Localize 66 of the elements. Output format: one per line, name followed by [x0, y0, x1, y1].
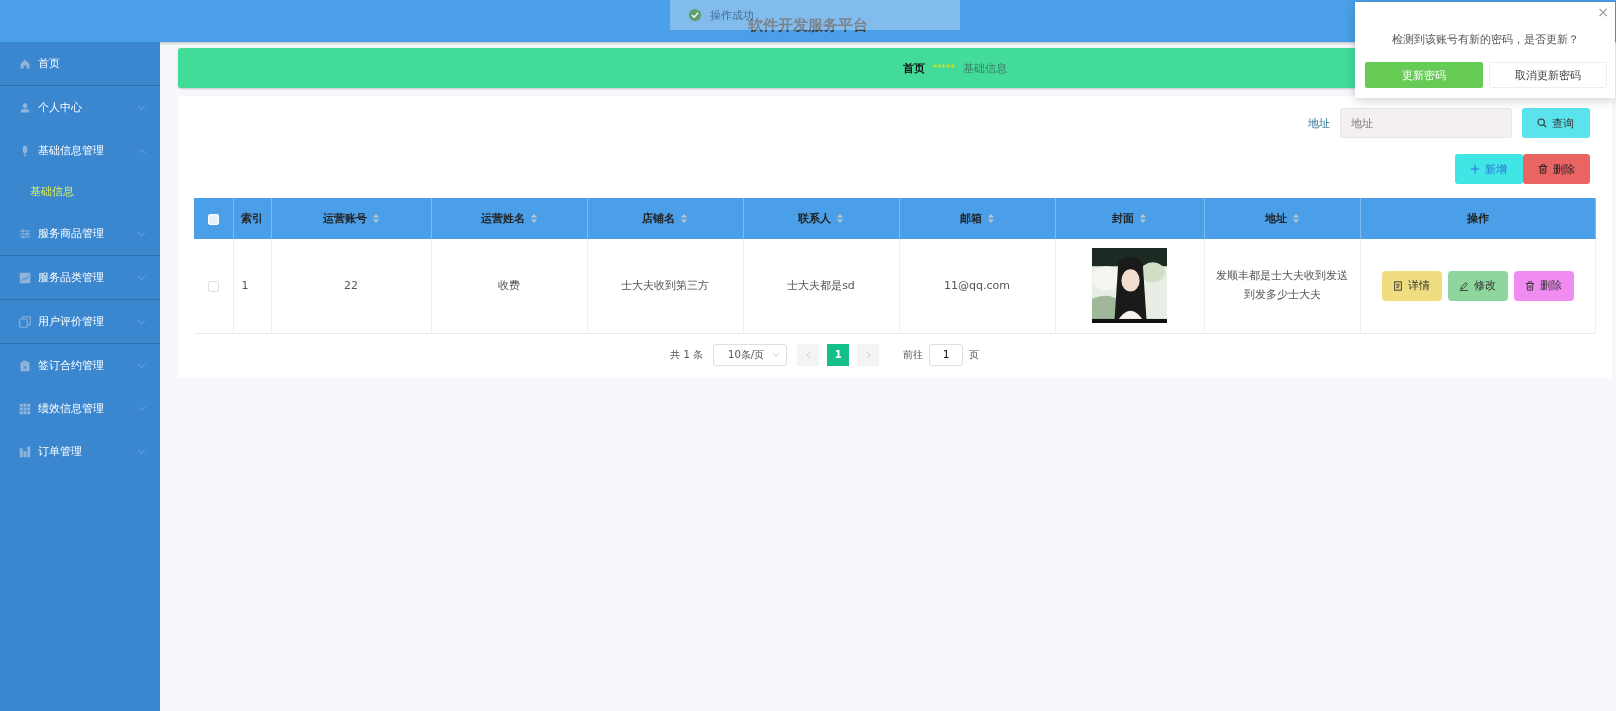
sliders-icon — [19, 227, 31, 240]
table-cell: 收费 — [498, 279, 520, 293]
table-cell: 发顺丰都是士大夫收到发送到发多少士大夫 — [1216, 269, 1348, 301]
menu-item[interactable]: 用户评价管理 — [0, 300, 160, 343]
column-header[interactable]: 封面 — [1112, 211, 1134, 226]
column-header[interactable]: 运营姓名 — [480, 211, 525, 226]
total-count: 共 1 条 — [670, 347, 704, 362]
house-icon — [19, 57, 31, 70]
column-header[interactable]: 店铺名 — [642, 211, 675, 226]
table-cell: 22 — [344, 279, 358, 293]
delete-button[interactable]: 删除 — [1513, 270, 1574, 301]
edit-button[interactable]: 修改 — [1447, 270, 1508, 301]
column-header[interactable]: 运营账号 — [322, 211, 367, 226]
chart-icon — [19, 271, 31, 284]
details-button[interactable]: 详情 — [1381, 270, 1442, 301]
pencil-icon — [1459, 280, 1469, 291]
delete-button[interactable]: 删除 — [1522, 154, 1590, 184]
goto-label: 前往 — [903, 347, 924, 362]
close-button[interactable]: × — [1597, 4, 1609, 20]
search-icon — [1537, 118, 1547, 128]
table-cell: 11@qq.com — [944, 279, 1010, 293]
search-field[interactable]: 地址 — [1339, 108, 1512, 138]
bar-chart-icon — [19, 445, 31, 458]
trash-icon — [1525, 280, 1535, 291]
table-cell: 1 — [241, 279, 249, 293]
cancel-update-button[interactable]: 取消更新密码 — [1489, 62, 1607, 88]
column-header[interactable]: 地址 — [1264, 211, 1287, 226]
chevron-down-icon — [772, 352, 781, 357]
menu-item[interactable]: 签订合约管理 — [0, 344, 160, 387]
table-cell: 士大夫收到第三方 — [621, 279, 709, 293]
clipboard-icon — [19, 359, 31, 372]
menu-item[interactable]: 订单管理 — [0, 430, 160, 473]
field-label: 地址 — [1307, 115, 1330, 131]
menu-item[interactable]: 绩效信息管理 — [0, 387, 160, 430]
column-header: 操作 — [1466, 211, 1489, 226]
breadcrumb-item[interactable]: 基础信息 — [963, 60, 1007, 76]
page-suffix: 页 — [969, 347, 980, 362]
table-cell: 士大夫都是sd — [787, 279, 855, 293]
menu-item[interactable]: 首页 — [0, 42, 160, 85]
popup-message: 检测到该账号有新的密码，是否更新？ — [1390, 32, 1580, 47]
search-button[interactable]: 查询 — [1521, 108, 1590, 138]
breadcrumb-item[interactable]: 首页 — [902, 60, 925, 76]
submenu-item[interactable]: 基础信息 — [0, 172, 160, 212]
trash-icon — [1537, 164, 1548, 174]
chevron-right-icon — [865, 350, 871, 359]
menu-item[interactable]: 服务品类管理 — [0, 256, 160, 299]
previous-page-button[interactable] — [797, 343, 820, 366]
check-circle-icon — [688, 8, 702, 22]
page-size-select[interactable]: 10条/页 — [713, 343, 788, 366]
checkbox[interactable] — [207, 280, 219, 292]
plus-icon — [1470, 164, 1480, 174]
menu-item[interactable]: 基础信息管理 — [0, 129, 160, 172]
column-header[interactable]: 联系人 — [798, 211, 831, 226]
column-header: 索引 — [241, 211, 263, 226]
copy-icon — [19, 315, 31, 328]
menu-item[interactable]: 服务商品管理 — [0, 212, 160, 255]
breadcrumb-separator: ***** — [932, 63, 955, 73]
add-button[interactable]: 新增 — [1454, 154, 1523, 184]
column-header[interactable]: 邮箱 — [959, 211, 982, 226]
next-page-button[interactable] — [857, 343, 880, 366]
grid-icon — [19, 402, 31, 415]
page-jump-field[interactable]: 1 — [929, 343, 964, 366]
chevron-left-icon — [805, 350, 811, 359]
user-icon — [19, 101, 31, 114]
document-icon — [1393, 280, 1403, 291]
menu-item[interactable]: 个人中心 — [0, 86, 160, 129]
